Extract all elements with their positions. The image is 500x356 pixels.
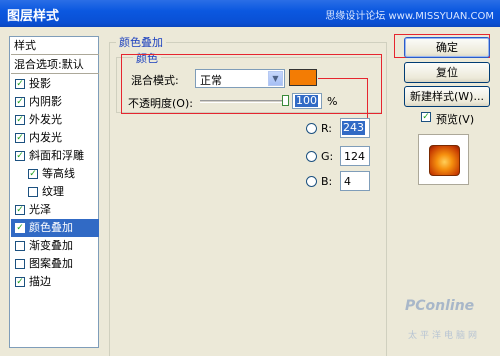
b-radio[interactable]	[306, 176, 317, 187]
pconline-logo-sub: 太平洋电脑网	[408, 331, 481, 341]
checkbox[interactable]	[15, 259, 25, 269]
checkbox[interactable]: ✓	[15, 205, 25, 215]
style-item-label: 渐变叠加	[29, 239, 73, 252]
color-overlay-title: 颜色叠加	[116, 34, 166, 50]
style-item-label: 投影	[29, 77, 51, 90]
checkbox[interactable]: ✓	[15, 97, 25, 107]
style-item-label: 内发光	[29, 131, 62, 144]
window-title: 图层样式	[7, 9, 60, 24]
preview-swatch	[429, 145, 460, 176]
g-value: 124	[344, 150, 365, 163]
ok-button[interactable]: 确定	[404, 37, 490, 58]
checkbox[interactable]: ✓	[15, 115, 25, 125]
style-item-label: 内阴影	[29, 95, 62, 108]
style-item-label: 描边	[29, 275, 51, 288]
style-item-bevel-emboss[interactable]: ✓ 斜面和浮雕	[11, 147, 99, 165]
style-item-gradient-overlay[interactable]: 渐变叠加	[11, 237, 99, 255]
r-value: 243	[342, 121, 365, 135]
checkbox[interactable]: ✓	[15, 151, 25, 161]
style-item-label: 纹理	[42, 185, 64, 198]
pconline-logo: PConline	[405, 298, 475, 314]
style-item-inner-shadow[interactable]: ✓ 内阴影	[11, 93, 99, 111]
highlight-frame	[121, 54, 382, 114]
highlight-connector	[318, 78, 368, 79]
title-bar: 图层样式 思缘设计论坛 www.MISSYUAN.COM	[0, 0, 500, 27]
g-radio[interactable]	[306, 151, 317, 162]
styles-list: 样式 混合选项:默认 ✓ 投影 ✓ 内阴影 ✓ 外发光 ✓ 内发光 ✓ 斜面和浮…	[9, 36, 99, 348]
checkbox[interactable]	[15, 241, 25, 251]
reset-button[interactable]: 复位	[404, 62, 490, 83]
watermark-text: 思缘设计论坛 www.MISSYUAN.COM	[325, 11, 494, 22]
style-item-label: 等高线	[42, 167, 75, 180]
style-item-pattern-overlay[interactable]: 图案叠加	[11, 255, 99, 273]
checkbox[interactable]	[28, 187, 38, 197]
blend-options-item[interactable]: 混合选项:默认	[11, 56, 99, 74]
style-item-label: 斜面和浮雕	[29, 149, 84, 162]
checkbox[interactable]: ✓	[15, 277, 25, 287]
style-preview	[418, 134, 469, 185]
checkbox[interactable]: ✓	[15, 133, 25, 143]
b-value: 4	[344, 175, 351, 188]
style-item-outer-glow[interactable]: ✓ 外发光	[11, 111, 99, 129]
b-input[interactable]: 4	[340, 171, 370, 191]
g-label: G:	[321, 150, 334, 163]
r-input[interactable]: 243	[340, 118, 370, 138]
style-item-color-overlay[interactable]: ✓ 颜色叠加	[11, 219, 99, 237]
style-item-texture[interactable]: 纹理	[11, 183, 99, 201]
b-label: B:	[321, 175, 333, 188]
styles-header[interactable]: 样式	[11, 37, 99, 55]
checkbox[interactable]: ✓	[15, 223, 25, 233]
style-item-label: 外发光	[29, 113, 62, 126]
style-item-label: 颜色叠加	[29, 221, 73, 234]
checkbox[interactable]: ✓	[15, 79, 25, 89]
style-item-inner-glow[interactable]: ✓ 内发光	[11, 129, 99, 147]
new-style-button[interactable]: 新建样式(W)...	[404, 86, 490, 107]
preview-label: 预览(V)	[436, 113, 475, 126]
r-radio[interactable]	[306, 123, 317, 134]
preview-checkbox[interactable]: ✓	[421, 112, 431, 122]
style-item-label: 图案叠加	[29, 257, 73, 270]
style-item-stroke[interactable]: ✓ 描边	[11, 273, 99, 291]
style-item-contour[interactable]: ✓ 等高线	[11, 165, 99, 183]
checkbox[interactable]: ✓	[28, 169, 38, 179]
style-item-label: 光泽	[29, 203, 51, 216]
style-item-satin[interactable]: ✓ 光泽	[11, 201, 99, 219]
r-label: R:	[321, 122, 333, 135]
g-input[interactable]: 124	[340, 146, 370, 166]
style-item-drop-shadow[interactable]: ✓ 投影	[11, 75, 99, 93]
